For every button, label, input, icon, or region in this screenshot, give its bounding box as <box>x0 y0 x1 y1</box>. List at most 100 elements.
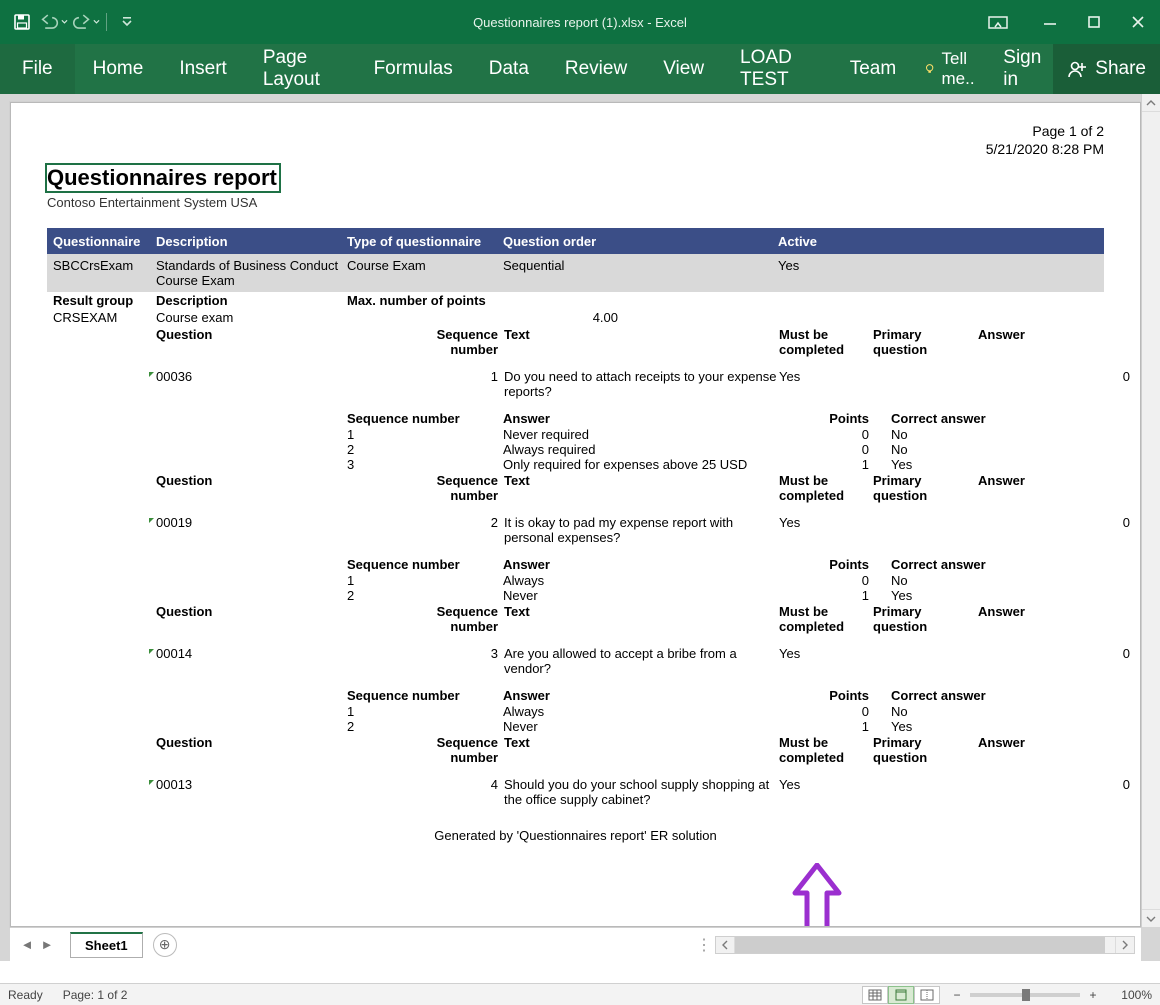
scroll-down-button[interactable] <box>1142 909 1160 927</box>
cell-questionnaire-type: Course Exam <box>347 258 503 288</box>
zoom-value: 100% <box>1106 988 1152 1002</box>
cell-answer-seq: 2 <box>347 442 503 457</box>
page-timestamp: 5/21/2020 8:28 PM <box>986 141 1104 159</box>
ribbon-display-options-button[interactable] <box>976 0 1020 44</box>
result-group-header: Result groupDescriptionMax. number of po… <box>47 292 1104 309</box>
table-header-cell: Questionnaire <box>53 234 156 249</box>
sheet-tab-sheet1[interactable]: Sheet1 <box>70 932 143 958</box>
sheet-nav-prev[interactable]: ◄ <box>18 937 36 952</box>
sheet-nav-next[interactable]: ► <box>38 937 56 952</box>
undo-button[interactable] <box>40 8 68 36</box>
tab-splitter[interactable]: ⋮ <box>696 935 711 955</box>
minimize-button[interactable] <box>1028 0 1072 44</box>
table-header-row: QuestionnaireDescriptionType of question… <box>47 228 1104 254</box>
cell-correct-answer: No <box>891 573 1136 588</box>
cell-question-id: 00019 <box>156 515 400 545</box>
maximize-button[interactable] <box>1072 0 1116 44</box>
cell-question-text: It is okay to pad my expense report with… <box>504 515 779 545</box>
hscroll-thumb[interactable] <box>735 937 1105 953</box>
cell-must-complete: Yes <box>779 646 873 676</box>
save-button[interactable] <box>8 8 36 36</box>
view-switcher <box>862 986 940 1004</box>
view-page-break-button[interactable] <box>914 986 940 1004</box>
customize-qat-button[interactable] <box>113 8 141 36</box>
horizontal-scrollbar[interactable] <box>715 936 1135 954</box>
cell-correct-answer: No <box>891 427 1136 442</box>
answer-row: 2Never1Yes <box>47 588 1104 603</box>
tab-review[interactable]: Review <box>547 44 645 94</box>
close-button[interactable] <box>1116 0 1160 44</box>
cell-answer-points: 0 <box>778 573 873 588</box>
tab-data[interactable]: Data <box>471 44 547 94</box>
table-header-cell: Description <box>156 234 347 249</box>
question-row: 000361Do you need to attach receipts to … <box>47 368 1104 400</box>
cell-answer-text: Always required <box>503 442 778 457</box>
zoom-slider[interactable] <box>970 993 1080 997</box>
cell-question-order: Sequential <box>503 258 778 288</box>
cell-answer-points: 0 <box>778 427 873 442</box>
cell-questionnaire-id: SBCCrsExam <box>53 258 156 288</box>
active-cell-selection[interactable]: Questionnaires report <box>45 163 281 193</box>
answer-row: 1Always0No <box>47 573 1104 588</box>
status-ready: Ready <box>8 988 43 1002</box>
result-group-row: CRSEXAMCourse exam4.00 <box>47 309 1104 326</box>
cell-correct-answer: Yes <box>891 457 1136 472</box>
view-page-layout-button[interactable] <box>888 986 914 1004</box>
workspace: Page 1 of 2 5/21/2020 8:28 PM Questionna… <box>0 94 1160 961</box>
zoom-out-button[interactable]: − <box>950 988 964 1002</box>
view-normal-button[interactable] <box>862 986 888 1004</box>
answer-row: 2Never1Yes <box>47 719 1104 734</box>
cell-result-group-desc: Course exam <box>156 310 347 325</box>
cell-answer-seq: 2 <box>347 719 503 734</box>
redo-button[interactable] <box>72 8 100 36</box>
vertical-scrollbar[interactable] <box>1141 94 1160 927</box>
sign-in-button[interactable]: Sign in <box>991 47 1053 91</box>
cell-answer-seq: 2 <box>347 588 503 603</box>
cell-answer-points: 1 <box>778 457 873 472</box>
cell-answer-count: 0 <box>978 646 1136 676</box>
question-row: 000134Should you do your school supply s… <box>47 776 1104 808</box>
cell-answer-points: 0 <box>778 442 873 457</box>
tab-view[interactable]: View <box>645 44 722 94</box>
cell-answer-seq: 1 <box>347 573 503 588</box>
table-header-cell: Active <box>778 234 1136 249</box>
cell-answer-text: Only required for expenses above 25 USD <box>503 457 778 472</box>
cell-answer-text: Never <box>503 588 778 603</box>
tab-file[interactable]: File <box>0 44 75 94</box>
cell-question-id: 00014 <box>156 646 400 676</box>
scroll-left-button[interactable] <box>716 937 734 953</box>
answers-header-row: Sequence numberAnswerPointsCorrect answe… <box>47 410 1104 427</box>
tab-load-test[interactable]: LOAD TEST <box>722 44 832 94</box>
cell-answer-seq: 1 <box>347 704 503 719</box>
tab-formulas[interactable]: Formulas <box>356 44 471 94</box>
cell-primary-question <box>873 777 978 807</box>
lightbulb-icon <box>924 60 935 78</box>
print-preview-page: Page 1 of 2 5/21/2020 8:28 PM Questionna… <box>10 102 1141 927</box>
cell-correct-answer: No <box>891 442 1136 457</box>
cell-answer-count: 0 <box>978 515 1136 545</box>
question-header-row: QuestionSequence numberTextMust be compl… <box>47 603 1104 635</box>
zoom-control: − + 100% <box>950 988 1152 1002</box>
titlebar: Questionnaires report (1).xlsx - Excel <box>0 0 1160 44</box>
tab-insert[interactable]: Insert <box>161 44 245 94</box>
scroll-right-button[interactable] <box>1116 937 1134 953</box>
tab-home[interactable]: Home <box>75 44 162 94</box>
share-button[interactable]: Share <box>1053 44 1160 94</box>
scroll-track[interactable] <box>1142 112 1160 909</box>
new-sheet-button[interactable]: ⊕ <box>153 933 177 957</box>
report-footer: Generated by 'Questionnaires report' ER … <box>47 828 1104 843</box>
question-row: 000192It is okay to pad my expense repor… <box>47 514 1104 546</box>
tab-page-layout[interactable]: Page Layout <box>245 44 356 94</box>
tab-team[interactable]: Team <box>832 44 914 94</box>
sheet-tab-bar: ◄ ► Sheet1 ⊕ ⋮ <box>10 927 1141 961</box>
scroll-up-button[interactable] <box>1142 94 1160 112</box>
cell-correct-answer: No <box>891 704 1136 719</box>
cell-question-seq: 4 <box>400 777 504 807</box>
question-row: 000143Are you allowed to accept a bribe … <box>47 645 1104 677</box>
tell-me-input[interactable]: Tell me.. <box>914 49 991 89</box>
cell-question-text: Are you allowed to accept a bribe from a… <box>504 646 779 676</box>
answer-row: 1Always0No <box>47 704 1104 719</box>
zoom-in-button[interactable]: + <box>1086 988 1100 1002</box>
cell-answer-text: Always <box>503 704 778 719</box>
cell-answer-count: 0 <box>978 777 1136 807</box>
